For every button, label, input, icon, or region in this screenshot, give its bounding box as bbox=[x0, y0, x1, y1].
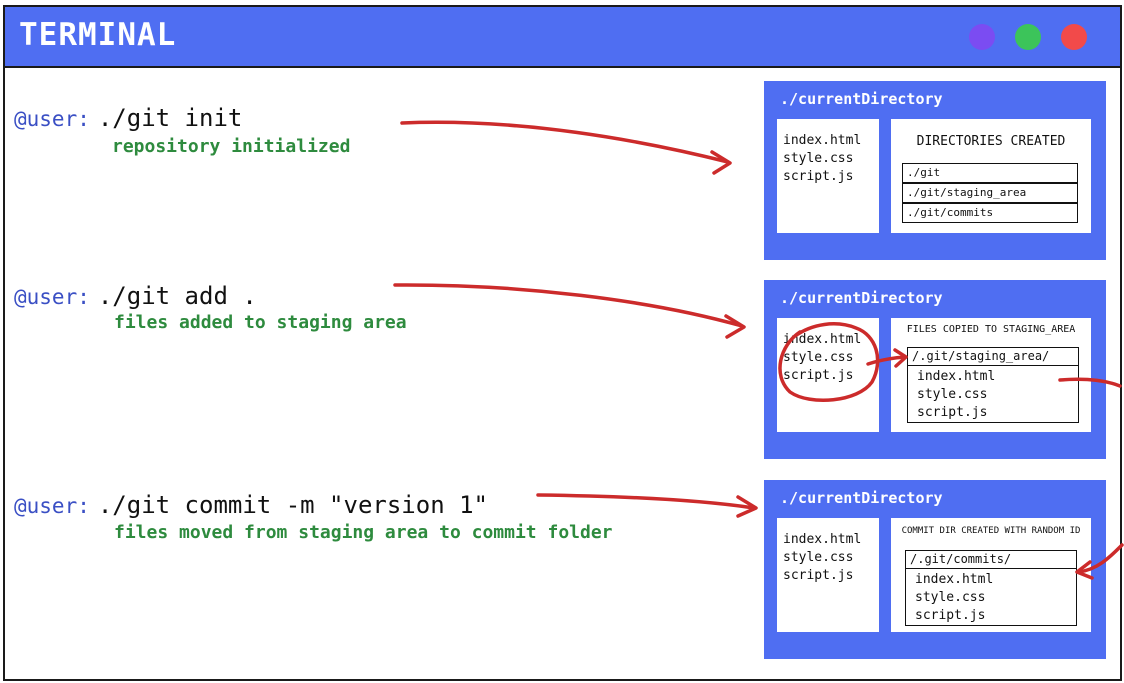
file-item: style.css bbox=[783, 151, 854, 166]
directory-panel-add: ./currentDirectory index.html style.css … bbox=[764, 280, 1106, 459]
file-item: script.js bbox=[783, 368, 854, 383]
working-files-box: index.html style.css script.js bbox=[777, 119, 879, 233]
file-item: index.html bbox=[783, 332, 862, 347]
committed-file-item: script.js bbox=[915, 608, 986, 623]
committed-file-item: index.html bbox=[915, 572, 994, 587]
file-item: index.html bbox=[783, 532, 862, 547]
info-title: DIRECTORIES CREATED bbox=[916, 134, 1066, 149]
working-files-box: index.html style.css script.js bbox=[777, 518, 879, 632]
dir-row: ./git/staging_area bbox=[902, 183, 1078, 203]
command-line-commit: @user: ./git commit -m "version 1" bbox=[14, 491, 488, 519]
staging-area-box: FILES COPIED TO STAGING_AREA /.git/stagi… bbox=[891, 318, 1091, 432]
command-output: files added to staging area bbox=[114, 312, 407, 333]
info-title: FILES COPIED TO STAGING_AREA bbox=[906, 324, 1076, 335]
file-item: index.html bbox=[783, 133, 862, 148]
window-title: TERMINAL bbox=[19, 17, 177, 53]
dir-row: ./git bbox=[902, 163, 1078, 183]
directory-panel-init: ./currentDirectory index.html style.css … bbox=[764, 81, 1106, 260]
green-dot-button[interactable] bbox=[1015, 24, 1041, 50]
prompt-label: @user: bbox=[14, 285, 90, 309]
staged-file-item: style.css bbox=[917, 387, 988, 402]
dir-row: ./git/commits bbox=[902, 203, 1078, 223]
staged-file-item: index.html bbox=[917, 369, 996, 384]
command-output: files moved from staging area to commit … bbox=[114, 522, 613, 543]
directories-created-box: DIRECTORIES CREATED ./git ./git/staging_… bbox=[891, 119, 1091, 233]
command-line-init: @user: ./git init bbox=[14, 104, 242, 132]
working-files-box: index.html style.css script.js bbox=[777, 318, 879, 432]
command-text: ./git init bbox=[97, 104, 243, 132]
red-dot-button[interactable] bbox=[1061, 24, 1087, 50]
committed-file-item: style.css bbox=[915, 590, 986, 605]
file-item: script.js bbox=[783, 568, 854, 583]
commits-box: COMMIT DIR CREATED WITH RANDOM ID /.git/… bbox=[891, 518, 1091, 632]
panel-title: ./currentDirectory bbox=[780, 289, 943, 307]
file-item: script.js bbox=[783, 169, 854, 184]
staging-area-listing: /.git/staging_area/ index.html style.css… bbox=[907, 347, 1079, 423]
file-item: style.css bbox=[783, 350, 854, 365]
commits-path: /.git/commits/ bbox=[906, 551, 1076, 569]
directory-panel-commit: ./currentDirectory index.html style.css … bbox=[764, 480, 1106, 659]
command-text: ./git add . bbox=[97, 282, 257, 310]
panel-title: ./currentDirectory bbox=[780, 90, 943, 108]
staged-file-item: script.js bbox=[917, 405, 988, 420]
command-output: repository initialized bbox=[112, 136, 351, 157]
command-line-add: @user: ./git add . bbox=[14, 282, 257, 310]
info-title: COMMIT DIR CREATED WITH RANDOM ID bbox=[901, 526, 1081, 536]
purple-dot-button[interactable] bbox=[969, 24, 995, 50]
file-item: style.css bbox=[783, 550, 854, 565]
staging-area-path: /.git/staging_area/ bbox=[908, 348, 1078, 366]
command-text: ./git commit -m "version 1" bbox=[97, 491, 488, 519]
title-bar: TERMINAL bbox=[5, 7, 1120, 68]
prompt-label: @user: bbox=[14, 494, 90, 518]
prompt-label: @user: bbox=[14, 107, 90, 131]
commits-listing: /.git/commits/ index.html style.css scri… bbox=[905, 550, 1077, 626]
panel-title: ./currentDirectory bbox=[780, 489, 943, 507]
